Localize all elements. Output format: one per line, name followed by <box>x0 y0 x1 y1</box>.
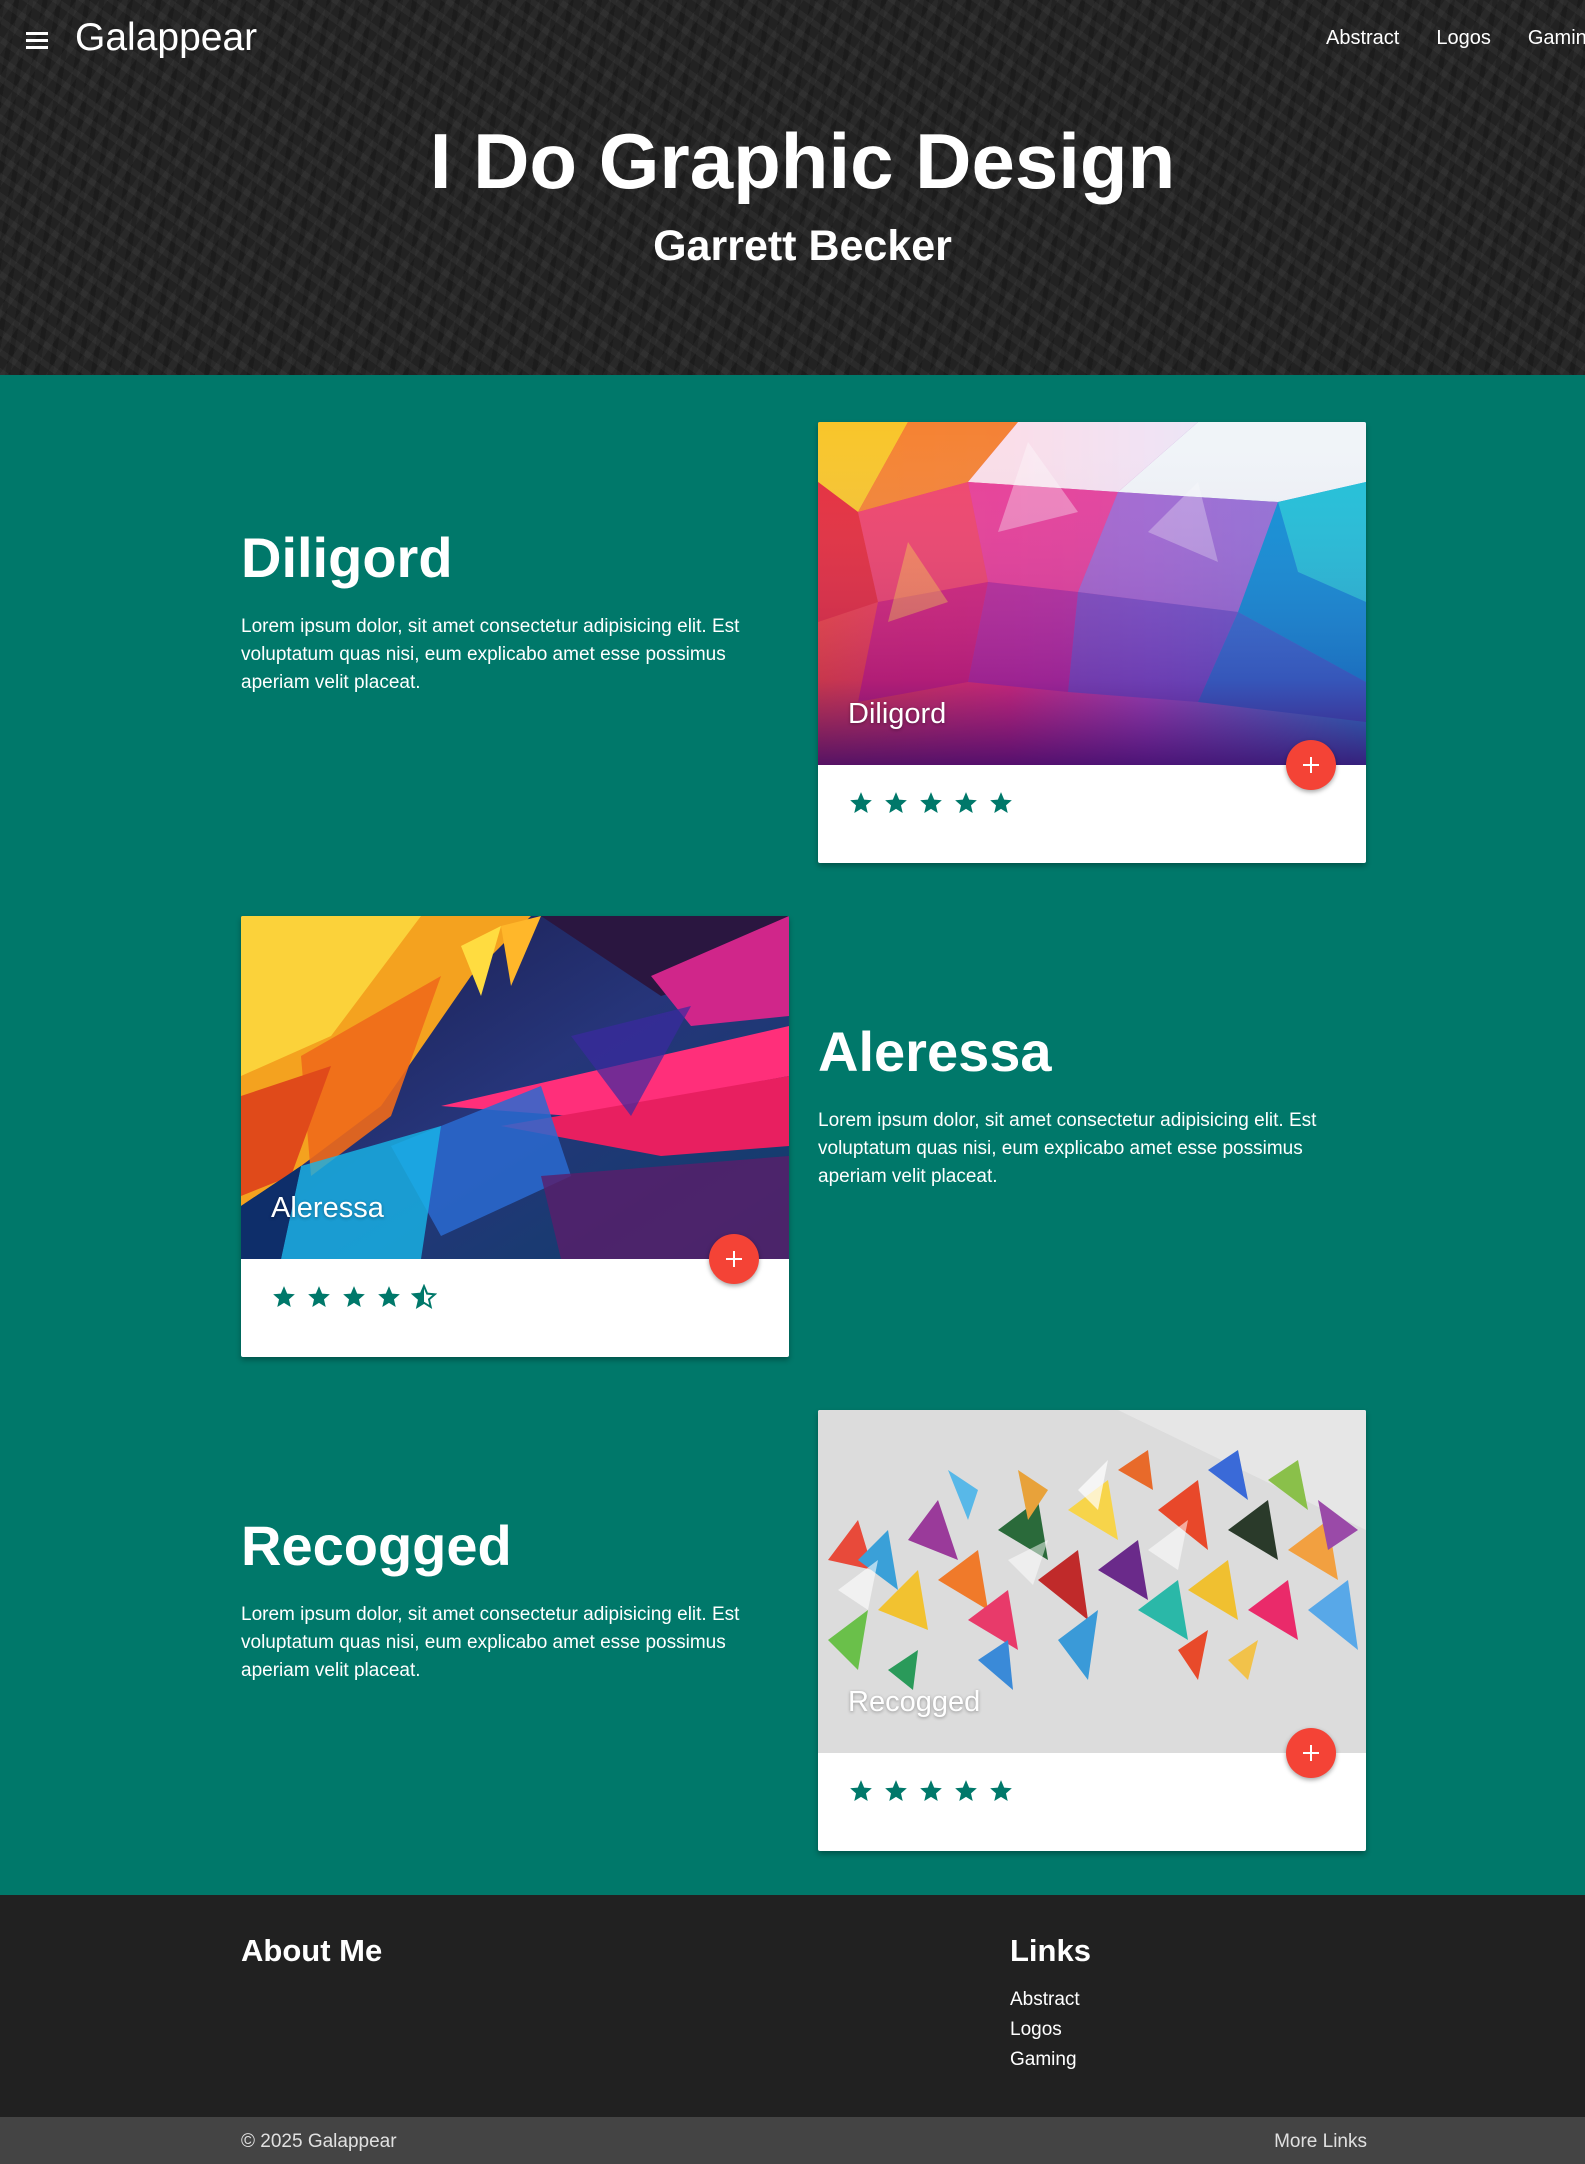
nav-links: Abstract Logos Gaming <box>1326 27 1585 50</box>
footer-link-logos[interactable]: Logos <box>1010 2019 1062 2040</box>
star-icon <box>378 1286 400 1307</box>
header: Galappear Abstract Logos Gaming I Do Gra… <box>0 0 1585 375</box>
section-description: Lorem ipsum dolor, sit amet consectetur … <box>241 616 740 693</box>
star-icon <box>850 1780 872 1801</box>
star-icon <box>990 792 1012 813</box>
star-icon <box>955 792 977 813</box>
star-icon <box>955 1780 977 1801</box>
star-icon <box>343 1286 365 1307</box>
card-caption: Recogged <box>848 1686 981 1718</box>
hero-title: I Do Graphic Design <box>429 117 1176 205</box>
rating-stars <box>848 1778 1014 1804</box>
more-links-link[interactable]: More Links <box>1274 2131 1367 2153</box>
brand-logo[interactable]: Galappear <box>75 16 257 60</box>
footer: About Me Links Abstract Logos Gaming <box>0 1895 1585 2117</box>
section-description: Lorem ipsum dolor, sit amet consectetur … <box>241 1604 740 1681</box>
section-title: Diligord <box>241 526 453 589</box>
project-card[interactable]: Aleressa <box>241 916 789 1357</box>
star-icon <box>885 792 907 813</box>
card-image: Recogged <box>818 1410 1366 1753</box>
hero-subtitle: Garrett Becker <box>653 222 952 270</box>
main-content: Diligord Lorem ipsum dolor, sit amet con… <box>0 375 1585 1895</box>
rating-stars <box>271 1284 437 1310</box>
top-nav: Galappear Abstract Logos Gaming <box>0 0 1585 80</box>
star-icon <box>850 792 872 813</box>
menu-icon[interactable] <box>24 26 52 54</box>
project-card[interactable]: Recogged <box>818 1410 1366 1851</box>
nav-link-abstract[interactable]: Abstract <box>1326 27 1399 50</box>
add-button[interactable] <box>1286 1728 1336 1778</box>
footer-link-gaming[interactable]: Gaming <box>1010 2049 1077 2070</box>
footer-about-title: About Me <box>241 1933 383 1968</box>
card-image: Diligord <box>818 422 1366 765</box>
footer-link-list: Abstract Logos Gaming <box>1010 1989 1080 2079</box>
card-image: Aleressa <box>241 916 789 1259</box>
section-description: Lorem ipsum dolor, sit amet consectetur … <box>818 1110 1317 1187</box>
star-icon <box>920 792 942 813</box>
add-button[interactable] <box>709 1234 759 1284</box>
star-icon <box>308 1286 330 1307</box>
footer-links-title: Links <box>1010 1933 1091 1968</box>
card-caption: Diligord <box>848 698 947 730</box>
card-caption: Aleressa <box>271 1192 384 1224</box>
star-icon <box>273 1286 295 1307</box>
star-icon <box>885 1780 907 1801</box>
copyright-text: © 2025 Galappear <box>241 2131 397 2152</box>
star-icon <box>990 1780 1012 1801</box>
section-title: Aleressa <box>818 1020 1052 1083</box>
add-button[interactable] <box>1286 740 1336 790</box>
nav-link-logos[interactable]: Logos <box>1436 27 1491 50</box>
section-title: Recogged <box>241 1514 512 1577</box>
footer-link-abstract[interactable]: Abstract <box>1010 1989 1080 2010</box>
rating-stars <box>848 790 1014 816</box>
project-card[interactable]: Diligord <box>818 422 1366 863</box>
nav-link-gaming[interactable]: Gaming <box>1528 27 1585 50</box>
star-icon <box>920 1780 942 1801</box>
copyright-bar: © 2025 Galappear More Links <box>0 2117 1585 2164</box>
star-half-icon <box>411 1284 437 1310</box>
